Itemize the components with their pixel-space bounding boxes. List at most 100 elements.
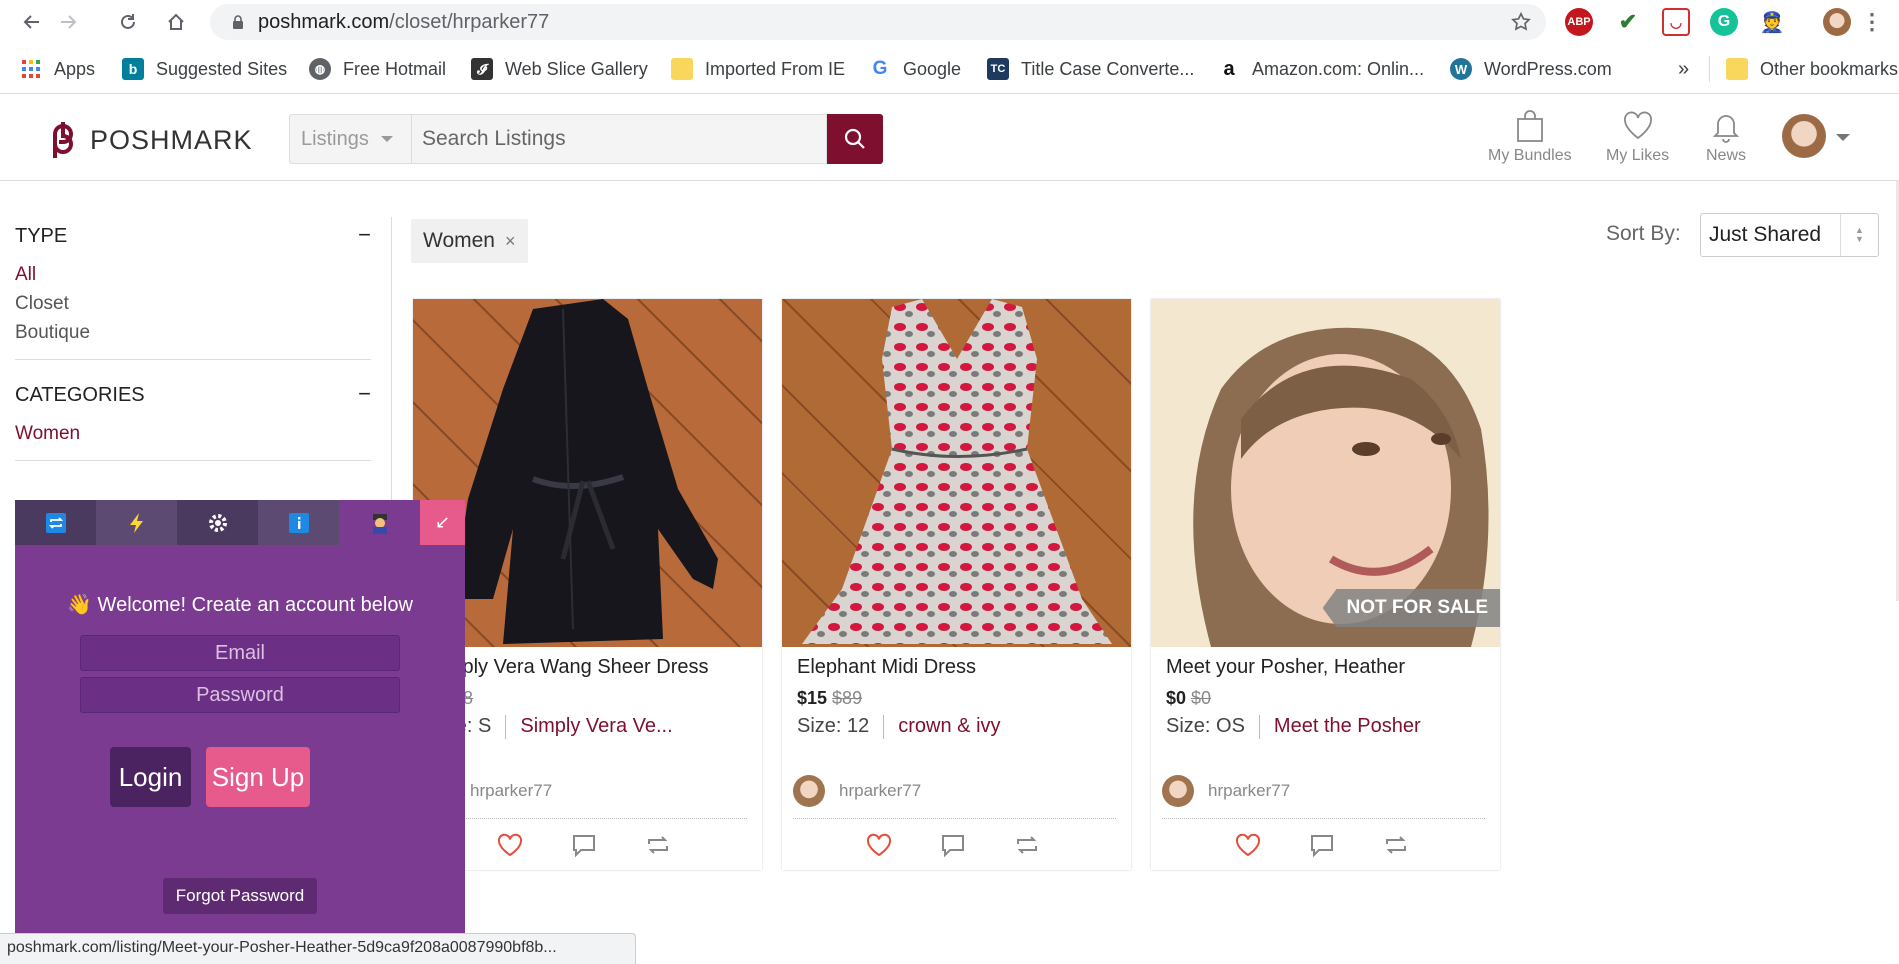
back-button[interactable] <box>18 8 46 36</box>
bookmark-other-bookmarks[interactable]: Other bookmarks <box>1726 56 1898 82</box>
tab-account[interactable] <box>339 500 420 545</box>
arrow-right-icon <box>61 15 77 29</box>
active-filter-chip[interactable]: Women × <box>411 219 528 263</box>
share-icon[interactable] <box>1383 832 1409 858</box>
current-price: $15 <box>797 688 828 708</box>
search-icon <box>844 128 865 149</box>
bookmark-star-icon[interactable] <box>1510 11 1532 33</box>
bookmark-label: WordPress.com <box>1484 58 1612 79</box>
listing-actions <box>497 832 671 858</box>
profile-avatar-icon[interactable] <box>1823 8 1851 36</box>
apps-grid-icon <box>20 58 42 80</box>
bookmark-web-slice-gallery[interactable]: 𝓘 Web Slice Gallery <box>471 56 648 82</box>
checkmark-extension-icon[interactable]: ✔ <box>1614 8 1642 36</box>
posher-extension-icon[interactable]: 👮 <box>1758 8 1786 36</box>
bookmark-google[interactable]: G Google <box>869 56 961 82</box>
categories-filter-header[interactable]: CATEGORIES − <box>15 383 371 407</box>
listing-seller[interactable]: hrparker77 <box>793 775 921 807</box>
listing-card[interactable]: Simply Vera Wang Sheer Dress $$68 Size: … <box>413 299 762 870</box>
seller-avatar <box>793 775 825 807</box>
bookmark-imported-from-ie[interactable]: Imported From IE <box>671 56 845 82</box>
news-link[interactable]: News <box>1706 109 1746 165</box>
bookmark-wordpress[interactable]: W WordPress.com <box>1450 56 1612 82</box>
address-bar[interactable]: poshmark.com/closet/hrparker77 <box>210 4 1546 40</box>
password-field[interactable] <box>80 677 400 713</box>
close-icon[interactable]: × <box>505 231 516 252</box>
type-filter-all[interactable]: All <box>15 260 371 289</box>
bookmark-label: Amazon.com: Onlin... <box>1252 58 1425 79</box>
share-icon[interactable] <box>645 832 671 858</box>
comment-icon[interactable] <box>571 832 597 858</box>
email-field[interactable] <box>80 635 400 671</box>
comment-icon[interactable] <box>1309 832 1335 858</box>
bookmark-amazon[interactable]: a Amazon.com: Onlin... <box>1218 56 1424 82</box>
tab-lightning[interactable] <box>96 500 177 545</box>
like-heart-icon[interactable] <box>497 832 523 858</box>
forgot-password-button[interactable]: Forgot Password <box>163 878 317 914</box>
filter-chip-label: Women <box>423 229 495 252</box>
wordpress-icon: W <box>1450 58 1472 80</box>
share-icon <box>45 512 66 533</box>
grammarly-extension-icon[interactable]: G <box>1710 8 1738 36</box>
sort-select[interactable]: Just Shared ▲ ▼ <box>1700 213 1879 257</box>
home-button[interactable] <box>162 8 190 36</box>
bookmark-label: Free Hotmail <box>343 58 447 79</box>
minimize-popup-button[interactable]: ↙ <box>420 500 465 545</box>
type-filter-closet[interactable]: Closet <box>15 289 371 318</box>
type-filter-header[interactable]: TYPE − <box>15 224 371 248</box>
listing-image[interactable]: NOT FOR SALE <box>1151 299 1500 647</box>
type-filter-boutique[interactable]: Boutique <box>15 318 371 347</box>
forward-button[interactable] <box>54 8 82 36</box>
poshmark-logo[interactable]: POSHMARK <box>46 120 253 160</box>
listing-brand[interactable]: Meet the Posher <box>1274 715 1421 739</box>
category-filter-women[interactable]: Women <box>15 419 371 448</box>
listing-title[interactable]: Simply Vera Wang Sheer Dress <box>458 656 708 679</box>
bookmark-suggested-sites[interactable]: b Suggested Sites <box>122 56 287 82</box>
pocket-extension-icon[interactable]: ◡ <box>1662 8 1690 36</box>
tc-icon: TC <box>987 58 1009 80</box>
bookmarks-overflow-button[interactable]: » <box>1678 56 1689 82</box>
extension-popup: ↙ 👋 Welcome! Create an account below Log… <box>15 500 465 935</box>
like-heart-icon[interactable] <box>1235 832 1261 858</box>
site-header: POSHMARK Listings My Bundles My Likes Ne… <box>0 95 1899 181</box>
listing-price: $15 $89 <box>797 688 862 709</box>
chevron-down-icon[interactable] <box>1836 134 1850 141</box>
listing-title[interactable]: Elephant Midi Dress <box>797 656 976 679</box>
bookmark-apps[interactable]: Apps <box>20 56 95 82</box>
signup-button[interactable]: Sign Up <box>206 747 310 807</box>
tab-settings[interactable] <box>177 500 258 545</box>
listing-seller[interactable]: hrparker77 <box>1162 775 1290 807</box>
globe-icon: ◍ <box>309 58 331 80</box>
listing-title[interactable]: Meet your Posher, Heather <box>1166 656 1405 679</box>
share-icon[interactable] <box>1014 832 1040 858</box>
like-heart-icon[interactable] <box>866 832 892 858</box>
bell-icon <box>1712 115 1740 143</box>
search-category-select[interactable]: Listings <box>289 114 411 164</box>
url-host: poshmark.com <box>258 10 390 33</box>
my-likes-link[interactable]: My Likes <box>1606 109 1669 165</box>
listing-card[interactable]: NOT FOR SALE Meet your Posher, Heather $… <box>1151 299 1500 870</box>
search-button[interactable] <box>827 114 883 164</box>
listing-image[interactable] <box>782 299 1131 647</box>
search-input[interactable] <box>411 114 827 164</box>
bookmark-free-hotmail[interactable]: ◍ Free Hotmail <box>309 56 446 82</box>
listing-brand[interactable]: crown & ivy <box>898 715 1000 739</box>
login-button[interactable]: Login <box>110 747 191 807</box>
reload-button[interactable] <box>114 8 142 36</box>
tab-info[interactable] <box>258 500 339 545</box>
menu-dots-icon[interactable]: ⋮ <box>1858 8 1886 36</box>
bookmark-title-case[interactable]: TC Title Case Converte... <box>987 56 1194 82</box>
collapse-icon[interactable]: − <box>358 224 371 248</box>
listing-card[interactable]: Elephant Midi Dress $15 $89 Size: 12 crow… <box>782 299 1131 870</box>
my-bundles-link[interactable]: My Bundles <box>1488 109 1572 165</box>
bag-icon <box>1516 110 1543 142</box>
listing-brand[interactable]: Simply Vera Ve... <box>520 715 672 739</box>
collapse-icon[interactable]: − <box>358 383 371 407</box>
listing-image[interactable] <box>413 299 762 647</box>
adblock-extension-icon[interactable]: ABP <box>1565 8 1593 36</box>
type-filter-title: TYPE <box>15 225 68 247</box>
black-dress-image <box>453 299 718 644</box>
user-avatar[interactable] <box>1782 114 1826 158</box>
tab-share[interactable] <box>15 500 96 545</box>
comment-icon[interactable] <box>940 832 966 858</box>
